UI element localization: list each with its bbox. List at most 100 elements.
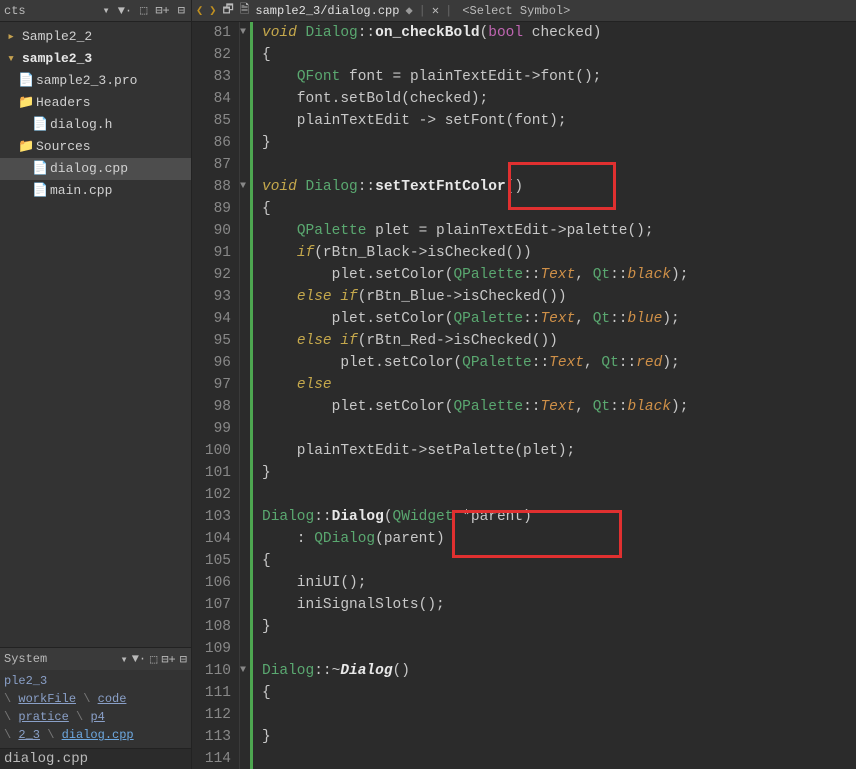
change-bar bbox=[250, 22, 253, 769]
open-docs-header: System ▾ ▼· ⬚ ⊟+ ⊟ bbox=[0, 648, 191, 670]
tree-item-label: main.cpp bbox=[50, 181, 112, 201]
code-line[interactable]: Dialog::Dialog(QWidget *parent) bbox=[262, 506, 856, 528]
code-line[interactable]: plet.setColor(QPalette::Text, Qt::black)… bbox=[262, 396, 856, 418]
fold-icon[interactable]: ▼ bbox=[238, 182, 248, 192]
breadcrumb-project: ple2_3 bbox=[4, 674, 47, 688]
split-icon[interactable]: ⊟ bbox=[176, 3, 187, 18]
file-icon: ▾ bbox=[4, 49, 18, 69]
code-line[interactable]: QPalette plet = plainTextEdit->palette()… bbox=[262, 220, 856, 242]
code-line[interactable]: else if(rBtn_Red->isChecked()) bbox=[262, 330, 856, 352]
project-toolbar: cts ▾ ▼· ⬚ ⊟+ ⊟ bbox=[0, 0, 191, 22]
code-line[interactable]: QFont font = plainTextEdit->font(); bbox=[262, 66, 856, 88]
fold-icon[interactable]: ▼ bbox=[238, 28, 248, 38]
tree-item[interactable]: 📄dialog.cpp bbox=[0, 158, 191, 180]
funnel-icon[interactable]: ▼· bbox=[132, 652, 146, 667]
tree-item-label: dialog.cpp bbox=[50, 159, 128, 179]
code-line[interactable]: { bbox=[262, 550, 856, 572]
code-line[interactable]: plainTextEdit -> setFont(font); bbox=[262, 110, 856, 132]
code-line[interactable]: plet.setColor(QPalette::Text, Qt::blue); bbox=[262, 308, 856, 330]
breadcrumb: ple2_3 \ workFile \ code \ pratice \ p4 … bbox=[0, 670, 191, 748]
fold-icon[interactable]: ▼ bbox=[238, 666, 248, 676]
code-line[interactable]: { bbox=[262, 44, 856, 66]
breadcrumb-seg: p4 bbox=[90, 710, 104, 724]
code-area[interactable]: 8182838485868788899091929394959697989910… bbox=[192, 22, 856, 769]
expand-icon[interactable]: ⊟+ bbox=[161, 652, 175, 667]
tree-item[interactable]: 📄sample2_3.pro bbox=[0, 70, 191, 92]
tree-item-label: Headers bbox=[36, 93, 91, 113]
code-line[interactable]: void Dialog::setTextFntColor() bbox=[262, 176, 856, 198]
link-icon[interactable]: ⬚ bbox=[150, 652, 157, 667]
tab-filename[interactable]: sample2_3/dialog.cpp bbox=[255, 4, 399, 18]
code-line[interactable]: void Dialog::on_checkBold(bool checked) bbox=[262, 22, 856, 44]
breadcrumb-seg: 2_3 bbox=[18, 728, 40, 742]
toolbar-label: cts bbox=[4, 4, 26, 18]
tree-item[interactable]: 📁Headers bbox=[0, 92, 191, 114]
code-line[interactable] bbox=[262, 638, 856, 660]
code-line[interactable] bbox=[262, 484, 856, 506]
code-line[interactable]: { bbox=[262, 682, 856, 704]
file-icon: 📁 bbox=[18, 93, 32, 113]
tree-item[interactable]: 📁Sources bbox=[0, 136, 191, 158]
code-line[interactable]: iniSignalSlots(); bbox=[262, 594, 856, 616]
file-icon: 📄 bbox=[32, 159, 46, 179]
split-icon[interactable]: ⊟ bbox=[180, 652, 187, 667]
code-line[interactable]: Dialog::~Dialog() bbox=[262, 660, 856, 682]
editor: ❮ ❯ 🗗 🗎 sample2_3/dialog.cpp ◆ | ✕ | <Se… bbox=[192, 0, 856, 769]
app-root: cts ▾ ▼· ⬚ ⊟+ ⊟ ▸Sample2_2▾sample2_3📄sam… bbox=[0, 0, 856, 769]
tree-item-label: sample2_3 bbox=[22, 49, 92, 69]
code-line[interactable] bbox=[262, 704, 856, 726]
filter-icon[interactable]: ▾ bbox=[100, 3, 111, 18]
code-line[interactable]: } bbox=[262, 462, 856, 484]
code-line[interactable]: : QDialog(parent) bbox=[262, 528, 856, 550]
tree-item[interactable]: 📄main.cpp bbox=[0, 180, 191, 202]
code-line[interactable]: } bbox=[262, 726, 856, 748]
code-line[interactable]: { bbox=[262, 198, 856, 220]
line-gutter: 8182838485868788899091929394959697989910… bbox=[192, 22, 240, 769]
tree-item[interactable]: ▸Sample2_2 bbox=[0, 26, 191, 48]
expand-icon[interactable]: ⊟+ bbox=[153, 3, 171, 18]
file-icon: 📄 bbox=[18, 71, 32, 91]
code-line[interactable]: plet.setColor(QPalette::Text, Qt::red); bbox=[262, 352, 856, 374]
code-line[interactable]: font.setBold(checked); bbox=[262, 88, 856, 110]
code-text[interactable]: void Dialog::on_checkBold(bool checked){… bbox=[254, 22, 856, 769]
breadcrumb-seg: workFile bbox=[18, 692, 76, 706]
tree-item[interactable]: 📄dialog.h bbox=[0, 114, 191, 136]
code-line[interactable]: if(rBtn_Black->isChecked()) bbox=[262, 242, 856, 264]
tab-dropdown-icon[interactable]: ◆ bbox=[405, 3, 412, 18]
code-line[interactable] bbox=[262, 418, 856, 440]
code-line[interactable] bbox=[262, 748, 856, 769]
breadcrumb-seg: code bbox=[98, 692, 127, 706]
code-line[interactable]: } bbox=[262, 132, 856, 154]
file-icon: 📁 bbox=[18, 137, 32, 157]
current-file-label: dialog.cpp bbox=[4, 751, 88, 767]
file-icon: ▸ bbox=[4, 27, 18, 47]
tree-item-label: dialog.h bbox=[50, 115, 112, 135]
nav-back-icon[interactable]: ❮ bbox=[196, 3, 203, 18]
select-symbol[interactable]: <Select Symbol> bbox=[462, 4, 570, 18]
code-line[interactable]: else bbox=[262, 374, 856, 396]
tree-item-label: Sources bbox=[36, 137, 91, 157]
filter-icon[interactable]: ▾ bbox=[120, 652, 127, 667]
sidebar: cts ▾ ▼· ⬚ ⊟+ ⊟ ▸Sample2_2▾sample2_3📄sam… bbox=[0, 0, 192, 769]
file-icon: 📄 bbox=[32, 115, 46, 135]
link-icon[interactable]: ⬚ bbox=[138, 3, 149, 18]
code-line[interactable]: } bbox=[262, 616, 856, 638]
project-tree[interactable]: ▸Sample2_2▾sample2_3📄sample2_3.pro📁Heade… bbox=[0, 22, 191, 206]
breadcrumb-link[interactable]: dialog.cpp bbox=[62, 728, 134, 742]
file-icon: 📄 bbox=[32, 181, 46, 201]
tree-item[interactable]: ▾sample2_3 bbox=[0, 48, 191, 70]
open-docs-panel: System ▾ ▼· ⬚ ⊟+ ⊟ ple2_3 \ workFile \ c… bbox=[0, 647, 191, 769]
code-line[interactable]: plet.setColor(QPalette::Text, Qt::black)… bbox=[262, 264, 856, 286]
code-line[interactable] bbox=[262, 154, 856, 176]
funnel-icon[interactable]: ▼· bbox=[116, 4, 134, 18]
code-line[interactable]: else if(rBtn_Blue->isChecked()) bbox=[262, 286, 856, 308]
write-lock-icon[interactable]: 🗗 bbox=[222, 0, 233, 21]
nav-fwd-icon[interactable]: ❯ bbox=[209, 3, 216, 18]
current-file[interactable]: dialog.cpp bbox=[0, 748, 191, 769]
tab-close-icon[interactable]: ✕ bbox=[432, 3, 439, 18]
code-line[interactable]: plainTextEdit->setPalette(plet); bbox=[262, 440, 856, 462]
code-line[interactable]: iniUI(); bbox=[262, 572, 856, 594]
fold-column[interactable]: ▼ ▼ ▼ bbox=[240, 22, 254, 769]
breadcrumb-seg: pratice bbox=[18, 710, 68, 724]
file-icon: 🗎 bbox=[240, 0, 250, 21]
